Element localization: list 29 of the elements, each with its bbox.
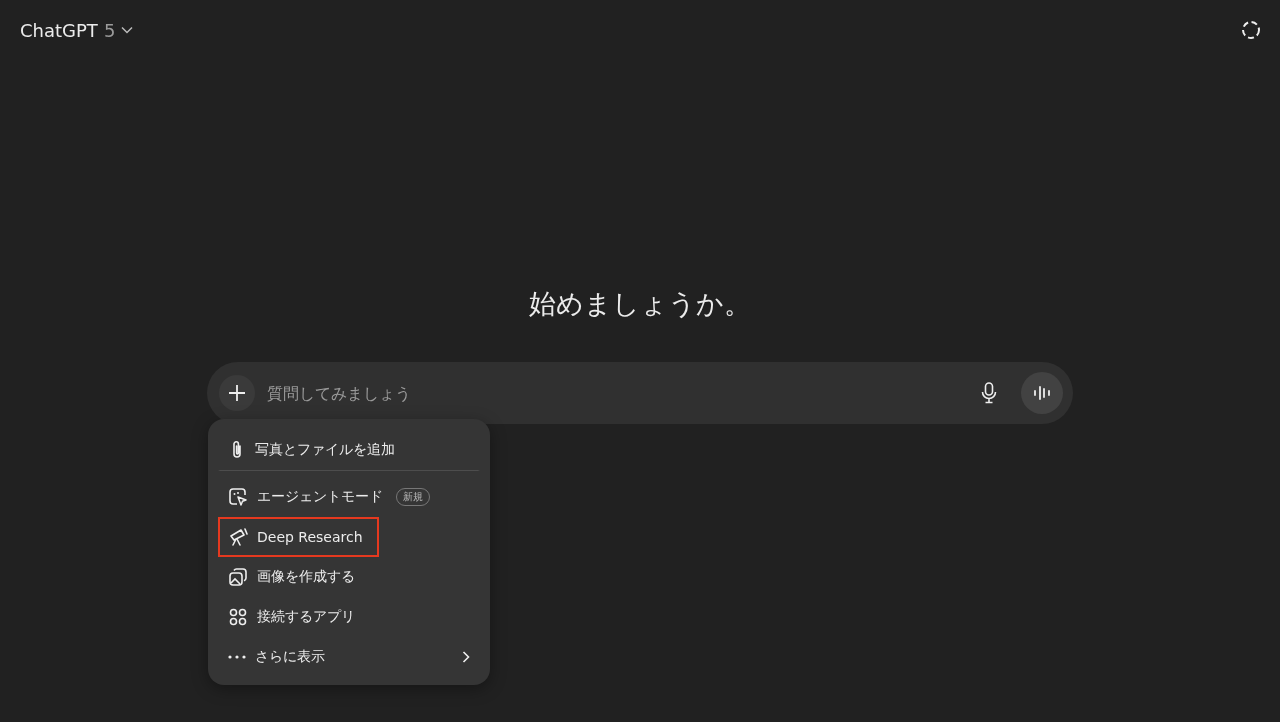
image-stack-icon: [228, 567, 248, 587]
model-selector[interactable]: ChatGPT 5: [20, 19, 134, 41]
prompt-input[interactable]: 質問してみましょう: [265, 382, 971, 404]
menu-item[interactable]: 画像を作成する: [218, 557, 480, 597]
voice-mode-button[interactable]: [1021, 372, 1063, 414]
chevron-right-icon: [462, 651, 470, 663]
prompt-field[interactable]: 質問してみましょう: [207, 362, 1073, 424]
menu-item[interactable]: 接続するアプリ: [218, 597, 480, 637]
add-button[interactable]: [219, 375, 255, 411]
menu-item-label: 接続するアプリ: [257, 608, 355, 626]
plus-icon: [228, 384, 246, 402]
menu-item[interactable]: さらに表示: [218, 637, 480, 677]
menu-item-label: Deep Research: [257, 529, 363, 545]
menu-item[interactable]: エージェントモード 新規: [218, 477, 480, 517]
menu-item-label: さらに表示: [255, 648, 325, 666]
menu-item-label: 写真とファイルを追加: [255, 440, 395, 459]
menu-item[interactable]: Deep Research: [218, 517, 379, 557]
menu-item-label: エージェントモード: [257, 488, 383, 506]
temporary-chat-icon[interactable]: [1240, 19, 1262, 41]
menu-item[interactable]: 写真とファイルを追加: [218, 427, 480, 471]
chevron-down-icon: [121, 26, 134, 34]
microphone-icon[interactable]: [981, 382, 997, 404]
telescope-icon: [228, 527, 248, 547]
cursor-frame-icon: [228, 487, 248, 507]
heading: 始めましょうか。: [529, 287, 751, 321]
apps-icon: [228, 607, 248, 627]
menu-item-label: 画像を作成する: [257, 568, 355, 586]
waveform-icon: [1033, 386, 1051, 400]
ellipsis-icon: [228, 655, 246, 659]
